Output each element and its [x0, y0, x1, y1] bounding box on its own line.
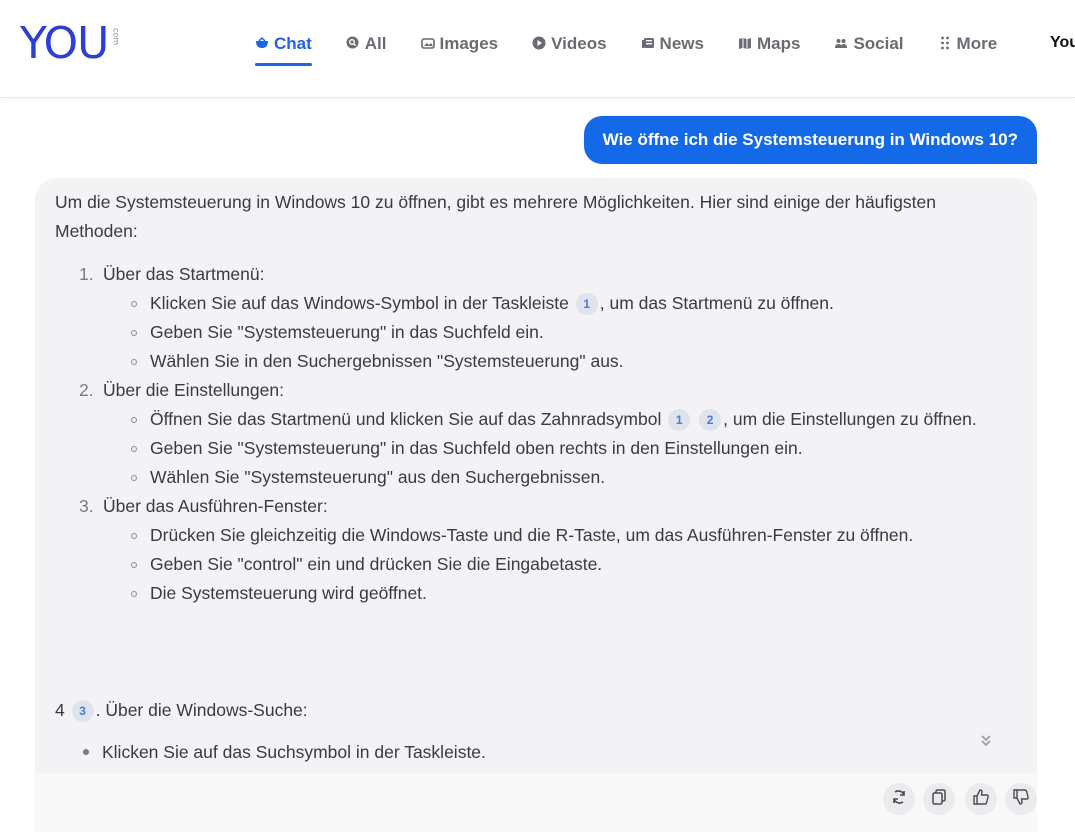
- tab-label: Videos: [551, 34, 607, 53]
- sub-list-item: Wählen Sie "Systemsteuerung" aus den Suc…: [131, 463, 999, 492]
- sub-text: Öffnen Sie das Startmenü und klicken Sie…: [150, 409, 662, 429]
- images-icon: [420, 37, 435, 52]
- bullet-dot: [83, 749, 89, 755]
- play-icon: [532, 36, 546, 53]
- bullet-text: Klicken Sie auf das Suchsymbol in der Ta…: [102, 742, 486, 762]
- tab-label: Maps: [756, 34, 801, 53]
- list-item-4: 4 3. Über die Windows-Suche:: [55, 696, 308, 725]
- bullet-item: Klicken Sie auf das Suchsymbol in der Ta…: [83, 738, 486, 767]
- list-item-label: Über die Einstellungen:: [103, 380, 284, 400]
- sub-list-item: Drücken Sie gleichzeitig die Windows-Tas…: [131, 521, 999, 550]
- top-header: YOU com Chat All Images Videos News Maps…: [0, 0, 1075, 98]
- citation-badge[interactable]: 2: [699, 409, 722, 431]
- method-list: 1. Über das Startmenü: Klicken Sie auf d…: [79, 260, 999, 608]
- thumbs-up-button[interactable]: [965, 783, 997, 815]
- sub-list-item: Die Systemsteuerung wird geöffnet.: [131, 579, 999, 608]
- sub-list-item: Öffnen Sie das Startmenü und klicken Sie…: [131, 405, 999, 434]
- sub-list-item: Klicken Sie auf das Windows-Symbol in de…: [131, 289, 999, 318]
- thumbs-up-icon: [972, 788, 990, 811]
- sub-list-item: Wählen Sie in den Suchergebnissen "Syste…: [131, 347, 999, 376]
- tab-images[interactable]: Images: [420, 32, 499, 56]
- regenerate-icon: [890, 788, 908, 811]
- list-item: 1. Über das Startmenü: Klicken Sie auf d…: [79, 260, 999, 376]
- sub-list-item: Geben Sie "Systemsteuerung" in das Suchf…: [131, 434, 999, 463]
- citation-badge[interactable]: 1: [575, 293, 598, 315]
- dots-icon: [938, 36, 952, 53]
- news-icon: [641, 37, 655, 52]
- list-number: 4: [55, 700, 65, 720]
- copy-button[interactable]: [923, 783, 955, 815]
- tab-videos[interactable]: Videos: [532, 32, 607, 56]
- tab-maps[interactable]: Maps: [738, 32, 800, 56]
- you-logo[interactable]: YOU com: [20, 18, 121, 69]
- answer-intro: Um die Systemsteuerung in Windows 10 zu …: [55, 192, 936, 241]
- tab-label: Chat: [274, 34, 312, 53]
- regenerate-button[interactable]: [883, 783, 915, 815]
- expand-chevrons-icon[interactable]: [980, 734, 992, 752]
- tab-label: All: [364, 34, 387, 53]
- list-number: 1.: [79, 264, 94, 284]
- map-icon: [738, 37, 752, 52]
- list-item-label: Über das Startmenü:: [103, 264, 265, 284]
- assistant-answer: Um die Systemsteuerung in Windows 10 zu …: [35, 178, 1037, 773]
- user-message-bubble: Wie öffne ich die Systemsteuerung in Win…: [583, 116, 1037, 164]
- sub-text: Klicken Sie auf das Windows-Symbol in de…: [150, 293, 569, 313]
- thumbs-down-button[interactable]: [1005, 783, 1037, 815]
- user-menu-link[interactable]: You: [1050, 34, 1075, 52]
- sub-list: Drücken Sie gleichzeitig die Windows-Tas…: [79, 521, 999, 608]
- list-item: 3. Über das Ausführen-Fenster: Drücken S…: [79, 492, 999, 608]
- citation-badge[interactable]: 1: [668, 409, 691, 431]
- sub-list-item: Geben Sie "control" ein und drücken Sie …: [131, 550, 999, 579]
- tab-label: News: [659, 34, 704, 53]
- tab-social[interactable]: Social: [834, 32, 904, 56]
- tab-label: Images: [439, 34, 499, 53]
- tab-chat[interactable]: Chat: [255, 32, 312, 66]
- copy-icon: [930, 788, 948, 811]
- tab-more[interactable]: More: [938, 32, 998, 56]
- thumbs-down-icon: [1012, 788, 1030, 811]
- answer-actions-bar: [35, 773, 1037, 832]
- search-tabs: Chat All Images Videos News Maps Social …: [255, 32, 1031, 66]
- tab-label: Social: [853, 34, 904, 53]
- sub-text: , um das Startmenü zu öffnen.: [599, 293, 834, 313]
- sub-list: Öffnen Sie das Startmenü und klicken Sie…: [79, 405, 999, 492]
- logo-suffix: com: [111, 28, 121, 46]
- list-number: 3.: [79, 496, 94, 516]
- logo-text: YOU: [20, 18, 109, 69]
- people-icon: [834, 37, 848, 52]
- tab-all[interactable]: All: [346, 32, 387, 56]
- list-item-label: Über das Ausführen-Fenster:: [103, 496, 328, 516]
- list-item: 2. Über die Einstellungen: Öffnen Sie da…: [79, 376, 999, 492]
- search-icon: [346, 36, 360, 52]
- tab-label: More: [956, 34, 998, 53]
- list-item-label: . Über die Windows-Suche:: [95, 700, 308, 720]
- chat-icon: [255, 36, 269, 52]
- sub-text: , um die Einstellungen zu öffnen.: [723, 409, 977, 429]
- sub-list-item: Geben Sie "Systemsteuerung" in das Suchf…: [131, 318, 999, 347]
- list-number: 2.: [79, 380, 94, 400]
- citation-badge[interactable]: 3: [71, 700, 94, 722]
- tab-news[interactable]: News: [641, 32, 704, 56]
- sub-list: Klicken Sie auf das Windows-Symbol in de…: [79, 289, 999, 376]
